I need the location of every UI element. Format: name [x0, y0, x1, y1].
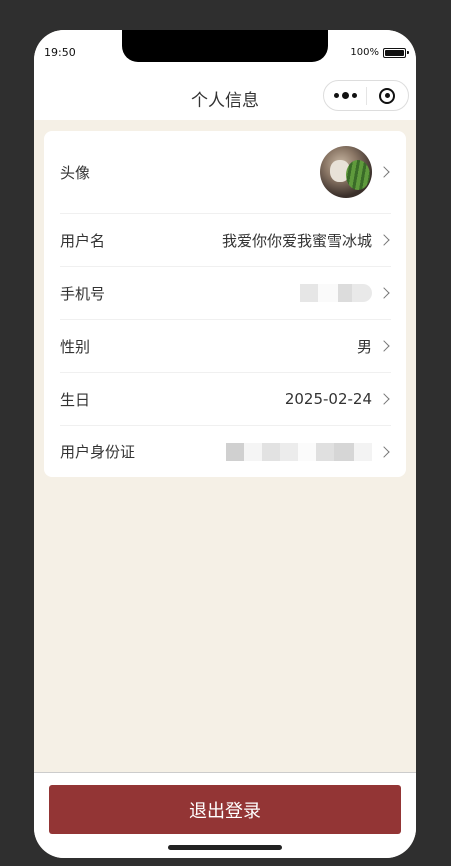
phone-row[interactable]: 手机号 [60, 267, 391, 320]
phone-value-blurred [105, 284, 380, 302]
miniprogram-capsule [323, 80, 409, 111]
avatar-row[interactable]: 头像 [60, 131, 391, 214]
chevron-right-icon [378, 166, 390, 178]
home-indicator [168, 845, 282, 850]
chevron-right-icon [378, 393, 390, 405]
battery-icon [383, 47, 409, 58]
phone-frame: 19:50 100% 个人信息 头像 用户名 我爱你你爱我蜜雪冰城 手机号 性别… [34, 30, 416, 858]
status-time: 19:50 [44, 46, 76, 59]
gender-label: 性别 [60, 337, 91, 356]
camera-notch [122, 30, 328, 62]
phone-label: 手机号 [60, 284, 106, 303]
profile-card: 头像 用户名 我爱你你爱我蜜雪冰城 手机号 性别 男 生日 2025-02-24… [44, 131, 406, 477]
chevron-right-icon [378, 234, 390, 246]
idcard-label: 用户身份证 [60, 443, 136, 461]
birthday-row[interactable]: 生日 2025-02-24 [60, 373, 391, 426]
username-value: 我爱你你爱我蜜雪冰城 [221, 231, 372, 250]
logout-button[interactable]: 退出登录 [49, 785, 401, 834]
close-miniprogram-icon[interactable] [367, 87, 408, 104]
avatar-label: 头像 [60, 163, 91, 182]
gender-value: 男 [356, 337, 372, 356]
battery-indicator: 100% [350, 47, 409, 58]
bottom-bar: 退出登录 [34, 772, 416, 858]
birthday-value: 2025-02-24 [284, 390, 372, 408]
idcard-value-blurred [135, 442, 380, 461]
battery-percent: 100% [350, 47, 379, 58]
gender-row[interactable]: 性别 男 [60, 320, 391, 373]
avatar [320, 146, 372, 198]
idcard-row[interactable]: 用户身份证 [60, 426, 391, 477]
chevron-right-icon [378, 445, 390, 458]
navigation-bar: 个人信息 [34, 74, 416, 120]
more-menu-icon[interactable] [324, 92, 366, 99]
username-row[interactable]: 用户名 我爱你你爱我蜜雪冰城 [60, 214, 391, 267]
birthday-label: 生日 [60, 390, 91, 409]
username-label: 用户名 [60, 231, 106, 250]
chevron-right-icon [378, 340, 390, 352]
chevron-right-icon [378, 287, 390, 299]
